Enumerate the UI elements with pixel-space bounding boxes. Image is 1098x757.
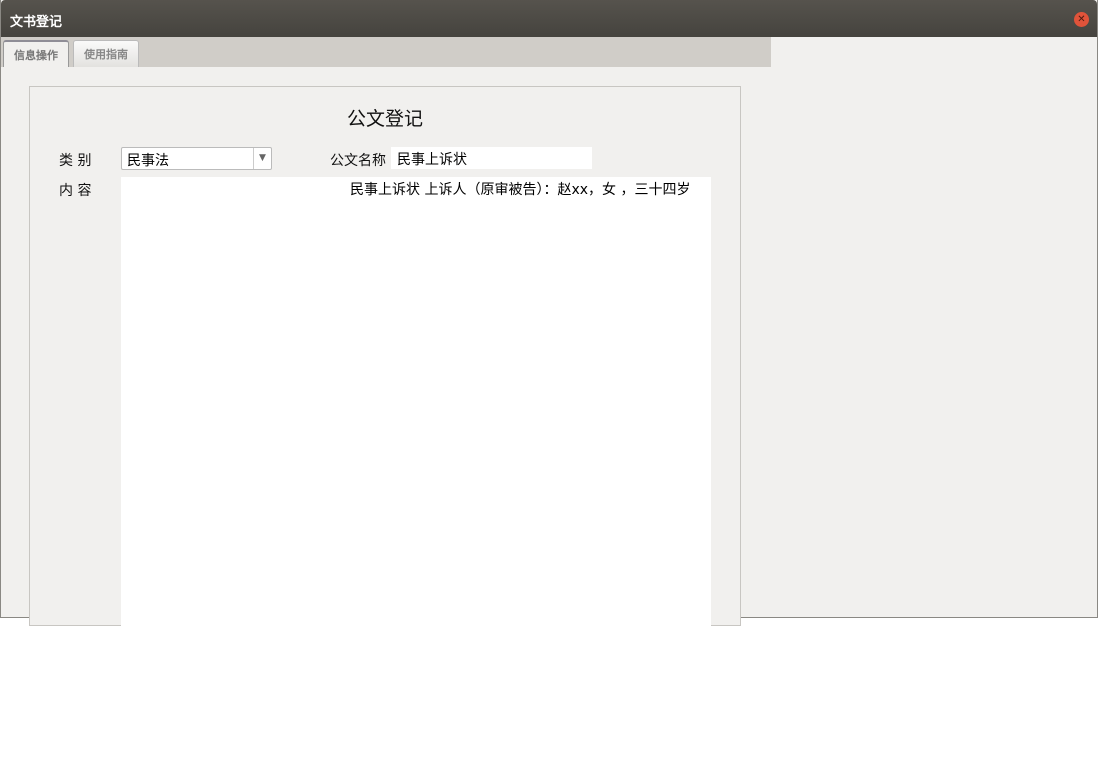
document-register-window: 文书登记 ✕ 信息操作 使用指南 公文登记 类 别 民事法 ▼ 公文名称 民事上…	[0, 0, 1098, 618]
tab-info-operation[interactable]: 信息操作	[3, 40, 69, 67]
category-label: 类 别	[59, 150, 91, 170]
form-heading: 公文登记	[30, 104, 740, 131]
tab-bar: 信息操作 使用指南	[1, 37, 771, 67]
content-textarea[interactable]: 民事上诉状 上诉人（原审被告）：赵xx，女 ，三十四岁	[121, 177, 711, 627]
category-value: 民事法	[127, 153, 169, 169]
title-bar: 文书登记 ✕	[1, 0, 1097, 37]
document-name-label: 公文名称	[330, 150, 386, 170]
close-icon[interactable]: ✕	[1074, 12, 1089, 27]
register-form: 公文登记 类 别 民事法 ▼ 公文名称 民事上诉状 内 容 民事上诉状 上诉人（…	[29, 86, 741, 626]
window-title: 文书登记	[10, 11, 62, 30]
category-select[interactable]: 民事法 ▼	[121, 147, 272, 170]
content-label: 内 容	[59, 180, 91, 200]
document-name-input[interactable]: 民事上诉状	[391, 147, 592, 169]
tab-user-guide[interactable]: 使用指南	[73, 40, 139, 67]
chevron-down-icon[interactable]: ▼	[253, 148, 271, 169]
